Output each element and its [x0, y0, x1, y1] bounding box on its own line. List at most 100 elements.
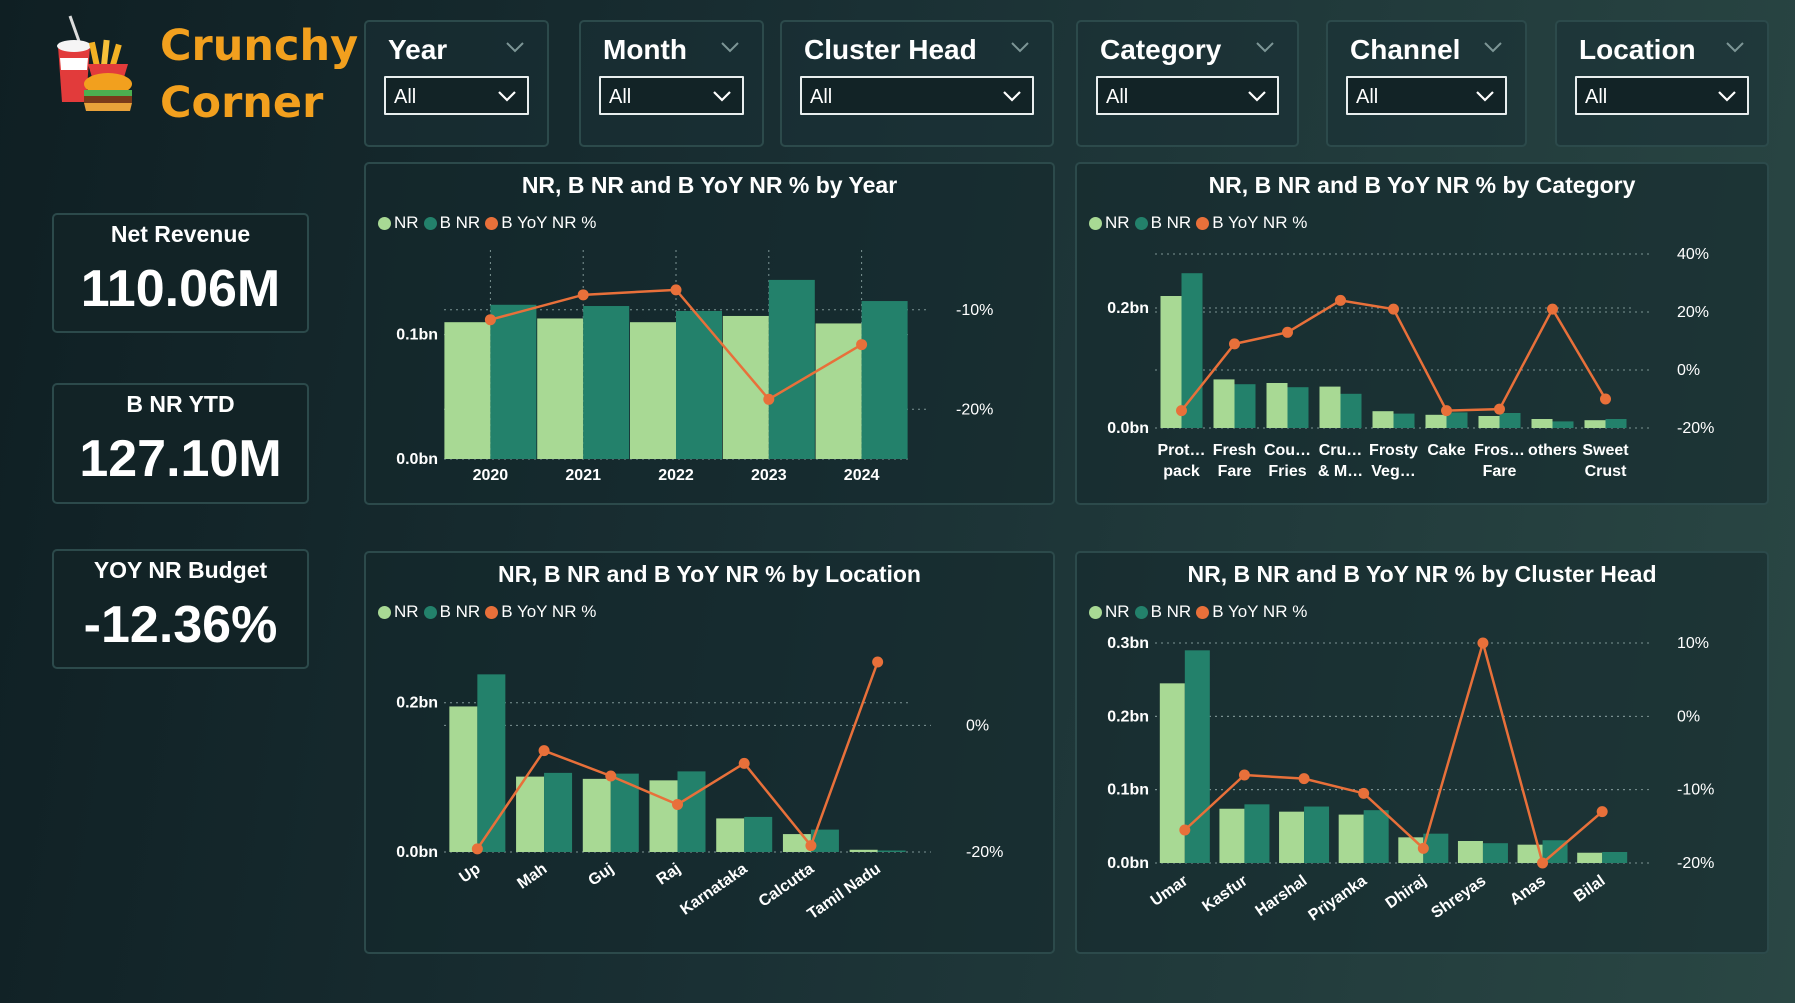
slicer-category[interactable]: Category All [1076, 20, 1299, 147]
chevron-down-icon[interactable] [1483, 40, 1503, 54]
bar-bnr[interactable] [1499, 413, 1521, 428]
bar-bnr[interactable] [877, 850, 906, 852]
point-yoy[interactable] [763, 393, 775, 405]
month-dropdown[interactable]: All [599, 76, 744, 115]
chart-panel-by-category[interactable]: 0.0bn 0.2bn -20% 0% 20% 40% Prot… pack Fresh Fare… [1075, 162, 1769, 505]
category-dropdown[interactable]: All [1096, 76, 1279, 115]
point-yoy[interactable] [1335, 294, 1346, 306]
chevron-down-icon[interactable] [1255, 40, 1275, 54]
bar-nr[interactable] [1219, 808, 1245, 863]
point-yoy[interactable] [805, 840, 817, 852]
chevron-down-icon[interactable] [1475, 89, 1495, 103]
legend-item-yoy[interactable]: B YoY NR % [485, 213, 596, 233]
bar-nr[interactable] [1577, 852, 1603, 863]
slicer-year[interactable]: Year All [364, 20, 549, 147]
channel-dropdown[interactable]: All [1346, 76, 1507, 115]
legend-item-nr[interactable]: NR [378, 602, 419, 622]
point-yoy[interactable] [1298, 773, 1310, 785]
chevron-down-icon[interactable] [1725, 40, 1745, 54]
bar-bnr[interactable] [744, 816, 773, 852]
chevron-down-icon[interactable] [1717, 89, 1737, 103]
legend-item-bnr[interactable]: B NR [423, 213, 480, 233]
cluster-head-dropdown[interactable]: All [800, 76, 1034, 115]
bar-nr[interactable] [722, 315, 769, 459]
bar-nr[interactable] [516, 776, 545, 852]
bar-nr[interactable] [444, 322, 491, 459]
chevron-down-icon[interactable] [1247, 89, 1267, 103]
point-yoy[interactable] [1238, 769, 1250, 781]
bar-nr[interactable] [1531, 419, 1553, 428]
bar-bnr[interactable] [1363, 810, 1389, 863]
legend-item-nr[interactable]: NR [378, 213, 419, 233]
bar-nr[interactable] [1266, 383, 1288, 428]
bar-bnr[interactable] [1340, 393, 1362, 428]
bar-nr[interactable] [537, 318, 584, 459]
point-yoy[interactable] [471, 843, 483, 855]
chevron-down-icon[interactable] [497, 89, 517, 103]
bar-bnr[interactable] [676, 310, 722, 459]
chart-panel-by-location[interactable]: 0.0bn 0.2bn -20% 0% Up Mah Guj Raj Karnataka Calc… [364, 551, 1055, 954]
bar-bnr[interactable] [768, 279, 815, 459]
bar-nr[interactable] [449, 706, 478, 852]
bar-nr[interactable] [1457, 841, 1483, 863]
point-yoy[interactable] [1547, 303, 1558, 315]
slicer-location[interactable]: Location All [1555, 20, 1769, 147]
point-yoy[interactable] [738, 757, 750, 769]
year-dropdown[interactable]: All [384, 76, 529, 115]
bar-bnr[interactable] [1234, 384, 1256, 428]
point-yoy[interactable] [1176, 405, 1187, 417]
bar-bnr[interactable] [1602, 852, 1628, 863]
bar-nr[interactable] [1338, 814, 1364, 863]
bar-nr[interactable] [630, 322, 676, 459]
bar-bnr[interactable] [677, 771, 706, 852]
legend-item-yoy[interactable]: B YoY NR % [485, 602, 596, 622]
bar-bnr[interactable] [1244, 804, 1270, 863]
bar-nr[interactable] [1372, 411, 1394, 428]
point-yoy[interactable] [1494, 403, 1505, 415]
legend-item-bnr[interactable]: B NR [423, 602, 480, 622]
point-yoy[interactable] [1600, 393, 1611, 405]
bar-nr[interactable] [1584, 420, 1606, 428]
bar-nr[interactable] [716, 818, 745, 852]
point-yoy[interactable] [1358, 787, 1370, 799]
slicer-cluster-head[interactable]: Cluster Head All [780, 20, 1054, 147]
point-yoy[interactable] [1596, 806, 1608, 818]
chevron-down-icon[interactable] [720, 40, 740, 54]
location-dropdown[interactable]: All [1575, 76, 1749, 115]
legend-item-nr[interactable]: NR [1089, 213, 1130, 233]
legend-item-yoy[interactable]: B YoY NR % [1196, 602, 1307, 622]
bar-nr[interactable] [1279, 811, 1305, 863]
point-yoy[interactable] [1388, 303, 1399, 315]
chevron-down-icon[interactable] [505, 40, 525, 54]
point-yoy[interactable] [1537, 857, 1549, 869]
point-yoy[interactable] [577, 289, 589, 301]
point-yoy[interactable] [872, 656, 884, 668]
legend-item-nr[interactable]: NR [1089, 602, 1130, 622]
bar-nr[interactable] [815, 323, 862, 459]
point-yoy[interactable] [672, 799, 683, 810]
point-yoy[interactable] [1477, 637, 1489, 649]
bar-nr[interactable] [1425, 414, 1447, 428]
bar-bnr[interactable] [477, 674, 506, 852]
bar-bnr[interactable] [1304, 806, 1330, 863]
bar-nr[interactable] [1478, 416, 1500, 428]
legend-item-yoy[interactable]: B YoY NR % [1196, 213, 1307, 233]
bar-nr[interactable] [1213, 379, 1235, 428]
bar-bnr[interactable] [861, 301, 908, 459]
slicer-channel[interactable]: Channel All [1326, 20, 1527, 147]
point-yoy[interactable] [538, 745, 550, 757]
bar-nr[interactable] [1159, 683, 1185, 863]
point-yoy[interactable] [484, 314, 496, 326]
bar-bnr[interactable] [583, 306, 630, 459]
chart-panel-by-year[interactable]: 0.0bn 0.1bn -10% -20% 2020 2021 2022 2023 2024 N… [364, 162, 1055, 505]
bar-bnr[interactable] [1482, 843, 1508, 863]
chart-panel-by-cluster-head[interactable]: 0.0bn 0.1bn 0.2bn 0.3bn -20% -10% 0% 10% Umar Kas… [1075, 551, 1769, 954]
bar-nr[interactable] [849, 849, 878, 852]
point-yoy[interactable] [1441, 405, 1452, 417]
bar-nr[interactable] [582, 778, 611, 852]
chevron-down-icon[interactable] [712, 89, 732, 103]
point-yoy[interactable] [1282, 326, 1293, 338]
bar-bnr[interactable] [1605, 419, 1627, 428]
legend-item-bnr[interactable]: B NR [1134, 213, 1191, 233]
legend-item-bnr[interactable]: B NR [1134, 602, 1191, 622]
